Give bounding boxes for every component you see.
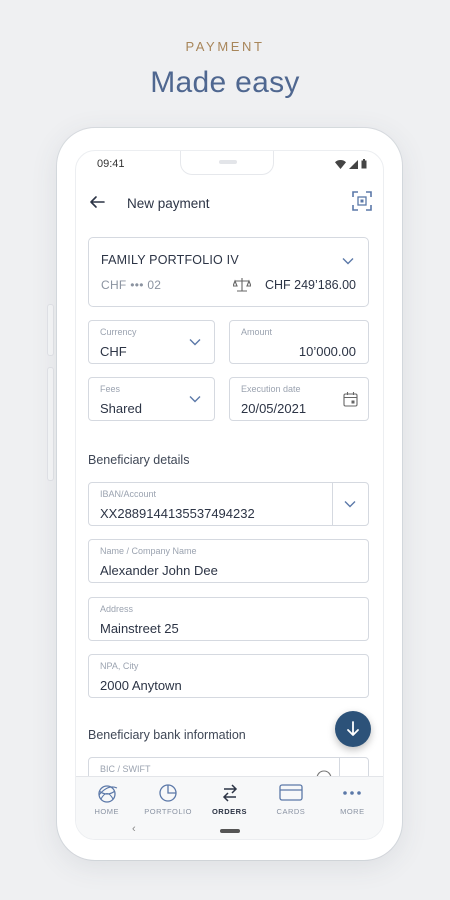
system-navigation-bar: ‹ bbox=[76, 820, 383, 839]
globe-icon bbox=[98, 785, 117, 803]
fees-select[interactable]: Fees Shared bbox=[88, 377, 215, 421]
nav-label-cards: CARDS bbox=[276, 807, 306, 816]
calendar-icon[interactable] bbox=[343, 391, 358, 407]
nav-item-portfolio[interactable]: PORTFOLIO bbox=[137, 777, 198, 820]
promo-headline: Made easy bbox=[150, 66, 300, 99]
card-icon bbox=[279, 784, 303, 801]
city-label: NPA, City bbox=[100, 661, 139, 671]
execution-date-label: Execution date bbox=[241, 384, 301, 394]
chevron-down-icon bbox=[189, 339, 201, 346]
iban-divider bbox=[332, 483, 333, 525]
phone-side-button-top bbox=[48, 305, 53, 355]
beneficiary-name-field[interactable]: Name / Company Name Alexander John Dee bbox=[88, 539, 369, 583]
bic-divider bbox=[339, 758, 340, 776]
currency-label: Currency bbox=[100, 327, 137, 337]
more-dots-icon bbox=[343, 791, 362, 795]
portfolio-balance: CHF 249’186.00 bbox=[264, 278, 356, 292]
beneficiary-name-value: Alexander John Dee bbox=[100, 563, 218, 578]
scroll-down-button[interactable] bbox=[335, 711, 371, 747]
address-label: Address bbox=[100, 604, 134, 614]
nav-label-orders: ORDERS bbox=[211, 807, 248, 816]
system-back-icon[interactable]: ‹ bbox=[132, 823, 136, 835]
city-field[interactable]: NPA, City 2000 Anytown bbox=[88, 654, 369, 698]
portfolio-name: FAMILY PORTFOLIO IV bbox=[101, 253, 239, 267]
nav-label-portfolio: PORTFOLIO bbox=[144, 807, 192, 816]
execution-date-field[interactable]: Execution date 20/05/2021 bbox=[229, 377, 369, 421]
portfolio-selector[interactable]: FAMILY PORTFOLIO IV CHF ••• 02 CHF 249’1… bbox=[88, 237, 369, 307]
qr-scan-icon[interactable] bbox=[351, 190, 373, 212]
wifi-icon bbox=[335, 159, 346, 169]
bic-label: BIC / SWIFT bbox=[100, 764, 151, 774]
amount-label: Amount bbox=[241, 327, 273, 337]
fees-label: Fees bbox=[100, 384, 121, 394]
battery-icon bbox=[361, 159, 367, 169]
phone-screen: 09:41 New payment FAMILY PORTFOLIO IV CH… bbox=[75, 150, 384, 840]
currency-value: CHF bbox=[100, 344, 127, 359]
nav-item-home[interactable]: HOME bbox=[76, 777, 137, 820]
bic-field[interactable]: BIC / SWIFT bbox=[88, 757, 369, 776]
amount-field[interactable]: Amount 10’000.00 bbox=[229, 320, 369, 364]
execution-date-value: 20/05/2021 bbox=[241, 401, 307, 416]
arrow-left-icon[interactable] bbox=[88, 193, 106, 211]
bottom-navigation: HOME PORTFOLIO ORDERS CARDS MORE bbox=[76, 776, 383, 820]
app-header: New payment bbox=[76, 185, 383, 223]
scale-icon bbox=[233, 278, 251, 292]
chevron-down-icon bbox=[342, 258, 354, 265]
signal-icon bbox=[349, 159, 358, 169]
nav-label-more: MORE bbox=[340, 807, 365, 816]
chevron-down-icon bbox=[189, 396, 201, 403]
beneficiary-section-title: Beneficiary details bbox=[88, 453, 190, 467]
fees-value: Shared bbox=[100, 401, 142, 416]
iban-field[interactable]: IBAN/Account XX2889144135537494232 bbox=[88, 482, 369, 526]
nav-item-orders[interactable]: ORDERS bbox=[199, 777, 260, 820]
address-value: Mainstreet 25 bbox=[100, 621, 179, 636]
status-bar: 09:41 bbox=[76, 151, 383, 179]
beneficiary-name-label: Name / Company Name bbox=[100, 546, 197, 556]
transfer-arrows-icon bbox=[222, 784, 237, 802]
iban-label: IBAN/Account bbox=[100, 489, 157, 499]
promo-eyebrow: PAYMENT bbox=[185, 39, 265, 54]
iban-value: XX2889144135537494232 bbox=[100, 506, 255, 521]
phone-side-button-bottom bbox=[48, 368, 53, 480]
address-field[interactable]: Address Mainstreet 25 bbox=[88, 597, 369, 641]
status-icons bbox=[335, 159, 367, 169]
chevron-down-icon[interactable] bbox=[344, 500, 356, 508]
amount-value: 10’000.00 bbox=[298, 344, 356, 359]
page-title: New payment bbox=[127, 196, 210, 211]
pie-chart-icon bbox=[159, 784, 177, 802]
payment-form: FAMILY PORTFOLIO IV CHF ••• 02 CHF 249’1… bbox=[76, 231, 383, 776]
nav-item-more[interactable]: MORE bbox=[322, 777, 383, 820]
arrow-down-icon bbox=[347, 721, 359, 736]
currency-select[interactable]: Currency CHF bbox=[88, 320, 215, 364]
status-time: 09:41 bbox=[97, 158, 125, 170]
bank-section-title: Beneficiary bank information bbox=[88, 728, 246, 742]
camera-notch bbox=[180, 151, 274, 175]
system-home-handle[interactable] bbox=[220, 829, 240, 833]
portfolio-account: CHF ••• 02 bbox=[101, 278, 162, 292]
nav-label-home: HOME bbox=[94, 807, 119, 816]
city-value: 2000 Anytown bbox=[100, 678, 182, 693]
nav-item-cards[interactable]: CARDS bbox=[260, 777, 321, 820]
